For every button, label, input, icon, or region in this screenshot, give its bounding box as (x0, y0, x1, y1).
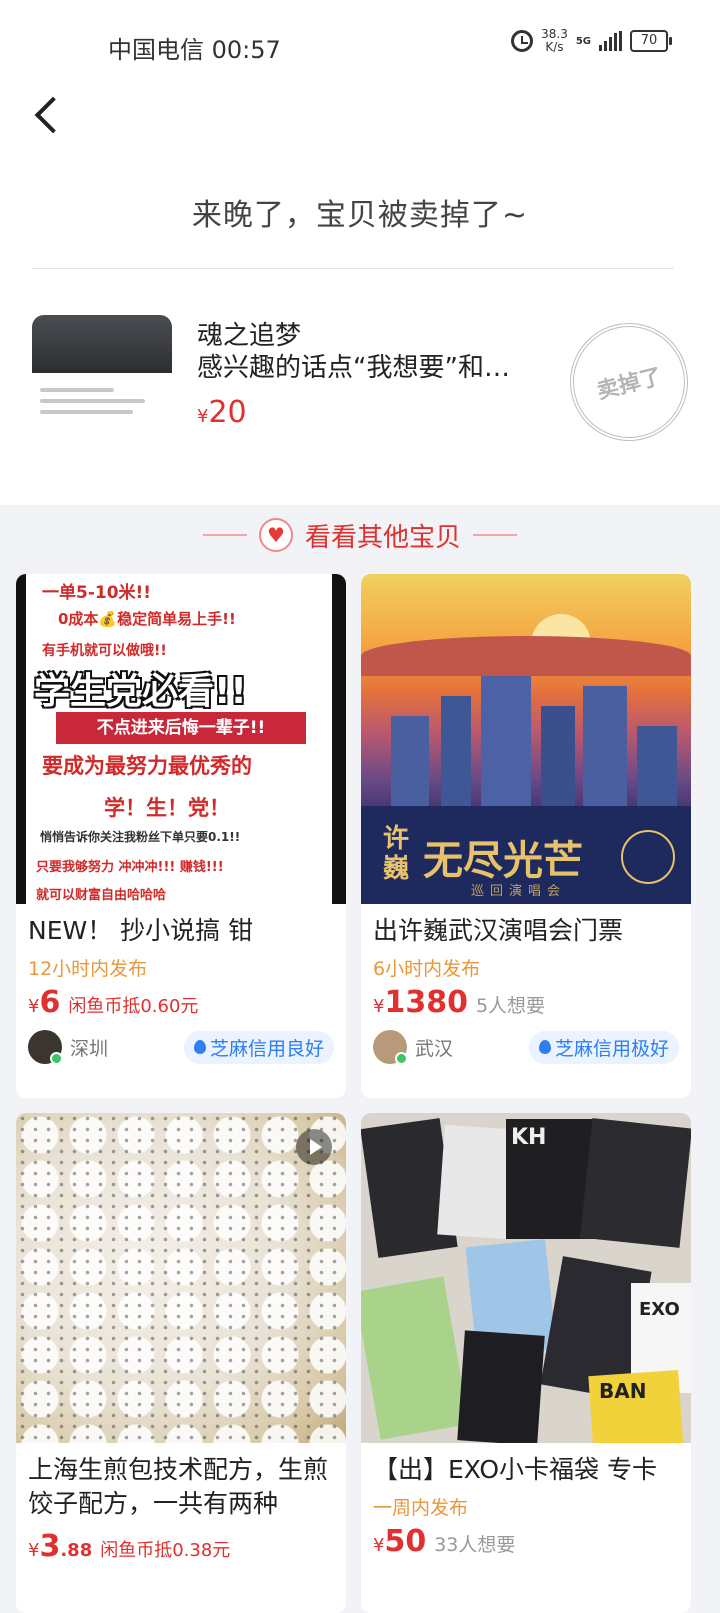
header-line-right (473, 534, 517, 536)
sold-title: 来晚了，宝贝被卖掉了~ (191, 198, 529, 233)
seller-row: 武汉 芝麻信用极好 (361, 1020, 691, 1065)
price-row: ¥3.88 闲鱼币抵0.38元 (16, 1521, 346, 1564)
want-count: 5人想要 (475, 995, 546, 1017)
credit-badge: 芝麻信用极好 (528, 1030, 679, 1064)
image-text: BAN (599, 1379, 647, 1403)
credit-icon (538, 1040, 551, 1054)
price-value: 1380 (384, 985, 468, 1020)
image-text: 学生党必看!! (34, 671, 247, 712)
image-text: 许巍 (383, 824, 410, 884)
image-text: EXO (639, 1299, 680, 1320)
publish-time: 12小时内发布 (28, 958, 148, 980)
want-count: 33人想要 (434, 1534, 516, 1556)
sold-stamp: 卖掉了 (557, 310, 701, 454)
price-value: 20 (208, 395, 247, 430)
item-description: 感兴趣的话点“我想要”和… (197, 353, 510, 383)
product-image[interactable]: 一单5-10米!! 0成本💰稳定简单易上手!! 有手机就可以做哦!! 学生党必看… (16, 574, 346, 904)
product-image[interactable]: 许巍 无尽光芒 巡回演唱会 (361, 574, 691, 904)
seal-icon (621, 830, 675, 884)
avatar[interactable] (28, 1030, 63, 1065)
product-card[interactable]: 上海生煎包技术配方，生煎饺子配方，一共有两种 ¥3.88 闲鱼币抵0.38元 (16, 1113, 346, 1613)
location: 武汉 (415, 1037, 454, 1060)
publish-time: 6小时内发布 (373, 958, 481, 980)
other-items-header: ♥ 看看其他宝贝 (0, 512, 720, 558)
play-icon[interactable] (296, 1129, 332, 1165)
image-text: 不点进来后悔一辈子!! (56, 712, 306, 744)
alarm-icon (511, 30, 534, 52)
network-type: 5G (575, 35, 591, 47)
image-text: 有手机就可以做哦!! (42, 643, 167, 659)
credit-icon (193, 1040, 206, 1054)
price-value: 6 (39, 985, 61, 1020)
header-line-left (202, 534, 247, 536)
credit-text: 芝麻信用良好 (209, 1037, 324, 1060)
image-text: 悄悄告诉你关注我粉丝下单只要0.1!! (40, 830, 241, 844)
image-text: KH (511, 1125, 547, 1150)
product-image[interactable]: KH EXO BAN (361, 1113, 691, 1443)
section-title: 看看其他宝贝 (304, 522, 461, 553)
image-text: 要成为最努力最优秀的 (42, 754, 252, 778)
status-bar: 中国电信 00:57 38.3 K/s 5G 70 (0, 28, 720, 64)
top-panel: 中国电信 00:57 38.3 K/s 5G 70 来晚了，宝贝被卖掉了~ 魂之… (0, 0, 720, 505)
price-value: 3 (39, 1529, 61, 1564)
currency-symbol: ¥ (28, 996, 40, 1017)
product-title: 上海生煎包技术配方，生煎饺子配方，一共有两种 (28, 1455, 329, 1518)
price-value: 50 (384, 1524, 427, 1559)
image-text: 只要我够努力 冲冲冲!!! 赚钱!!! (36, 860, 224, 875)
network-speed: 38.3 K/s (541, 28, 568, 54)
price-row: ¥6 闲鱼币抵0.60元 (16, 981, 346, 1020)
signal-icon (599, 31, 622, 51)
product-card[interactable]: 一单5-10米!! 0成本💰稳定简单易上手!! 有手机就可以做哦!! 学生党必看… (16, 574, 346, 1098)
divider (32, 268, 674, 269)
speed-unit: K/s (545, 40, 564, 54)
publish-time: 一周内发布 (373, 1497, 469, 1519)
image-text: 巡回演唱会 (471, 884, 567, 899)
heart-icon: ♥ (258, 518, 293, 552)
coin-discount: 闲鱼币抵0.60元 (68, 996, 199, 1017)
image-text: 学！生！党！ (104, 796, 230, 820)
price-row: ¥50 33人想要 (361, 1520, 691, 1559)
seller-row: 深圳 芝麻信用良好 (16, 1020, 346, 1065)
back-button[interactable] (30, 96, 70, 136)
product-title: 【出】EXO小卡福袋 专卡 (373, 1455, 657, 1484)
item-price: ¥20 (197, 395, 247, 430)
carrier-time: 中国电信 00:57 (108, 36, 281, 64)
product-image[interactable] (16, 1113, 346, 1443)
sold-item[interactable]: 魂之追梦 感兴趣的话点“我想要”和… ¥20 卖掉了 (32, 310, 701, 455)
product-card[interactable]: 许巍 无尽光芒 巡回演唱会 出许巍武汉演唱会门票 6小时内发布 ¥1380 5人… (361, 574, 691, 1098)
credit-text: 芝麻信用极好 (554, 1037, 669, 1060)
price-row: ¥1380 5人想要 (361, 981, 691, 1020)
product-title: NEW！ 抄小说搞 钳 (28, 916, 254, 945)
location: 深圳 (70, 1037, 109, 1060)
coin-discount: 闲鱼币抵0.38元 (100, 1540, 231, 1561)
image-text: 就可以财富自由哈哈哈 (36, 888, 167, 903)
image-text: 一单5-10米!! (42, 583, 152, 603)
battery-level: 70 (640, 33, 658, 48)
image-text: 无尽光芒 (423, 838, 583, 884)
currency-symbol: ¥ (373, 1535, 385, 1556)
product-title: 出许巍武汉演唱会门票 (373, 916, 624, 945)
currency-symbol: ¥ (373, 996, 385, 1017)
price-decimal: .88 (60, 1540, 93, 1561)
product-card[interactable]: KH EXO BAN 【出】EXO小卡福袋 专卡 一周内发布 ¥50 33人想要 (361, 1113, 691, 1613)
currency-symbol: ¥ (197, 406, 209, 427)
avatar[interactable] (373, 1030, 408, 1065)
image-text: 0成本💰稳定简单易上手!! (58, 610, 236, 628)
sold-stamp-text: 卖掉了 (594, 364, 665, 405)
item-thumbnail[interactable] (32, 315, 172, 455)
battery-icon: 70 (630, 30, 672, 52)
currency-symbol: ¥ (28, 1540, 40, 1561)
credit-badge: 芝麻信用良好 (183, 1030, 334, 1064)
